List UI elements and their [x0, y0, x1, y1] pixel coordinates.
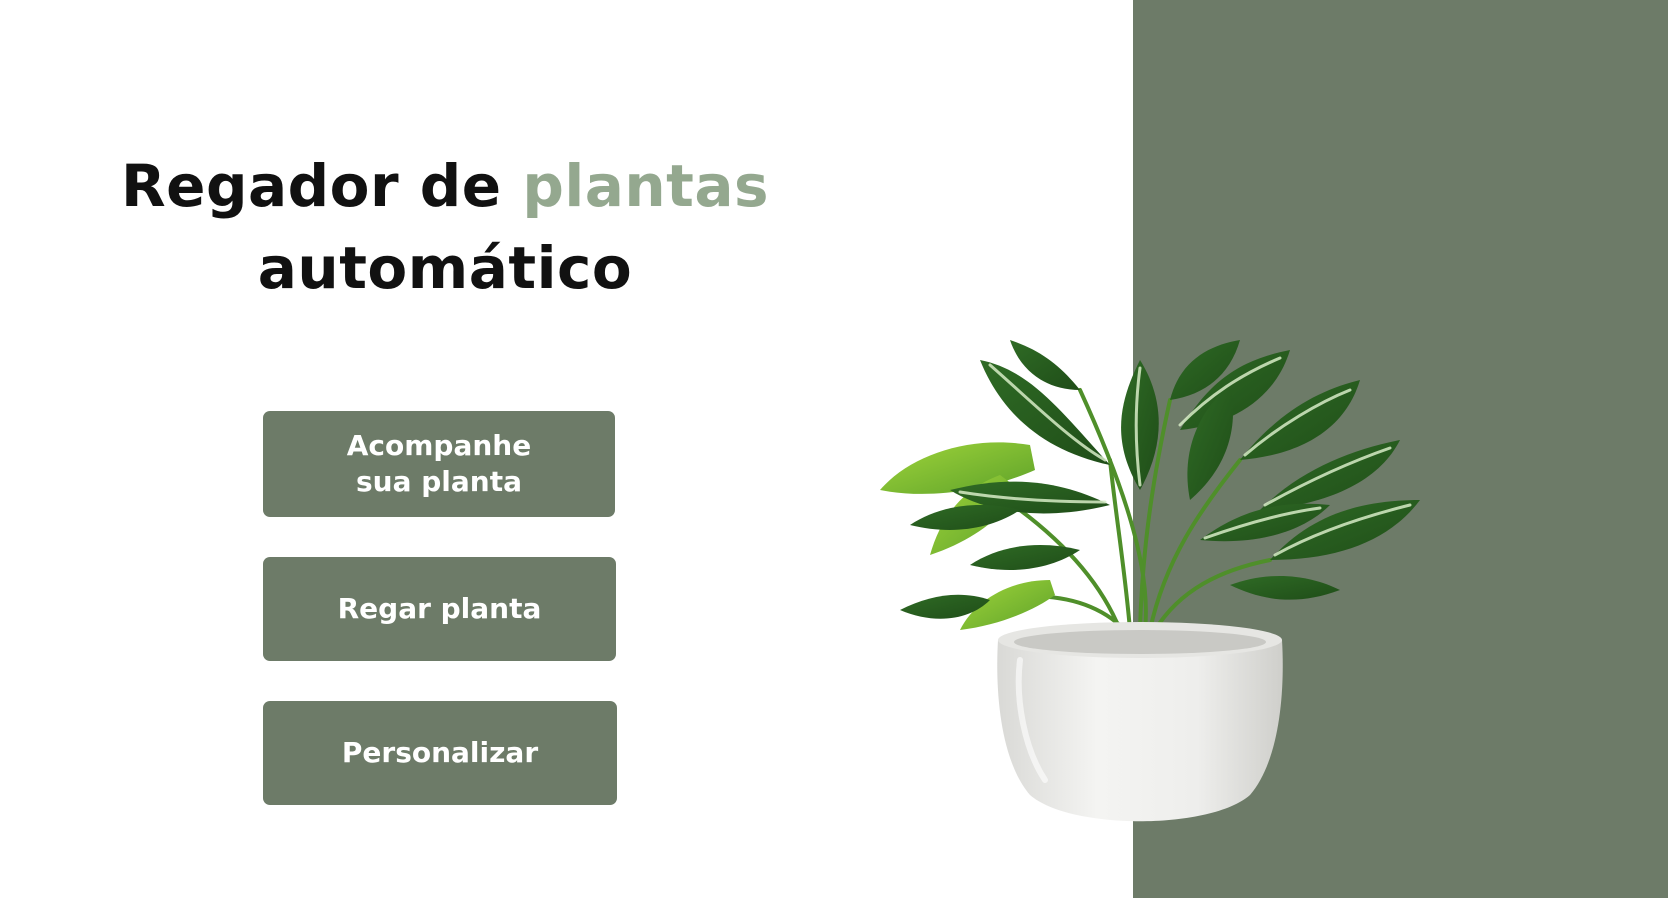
water-plant-label: Regar planta — [337, 592, 542, 625]
track-plant-label-1: Acompanhe — [346, 429, 532, 462]
track-plant-button[interactable]: Acompanhe sua planta — [263, 411, 615, 517]
track-plant-label-2: sua planta — [355, 465, 522, 498]
title-text-2: automático — [257, 234, 633, 302]
title-accent: plantas — [522, 152, 770, 220]
title-text-1: Regador de — [120, 152, 523, 220]
water-plant-button[interactable]: Regar planta — [263, 557, 616, 661]
potted-plant-icon — [880, 340, 1420, 822]
page: Regador de plantas automático Acompanhe … — [0, 0, 1668, 898]
page-title: Regador de plantas automático — [100, 145, 790, 309]
customize-label: Personalizar — [341, 736, 539, 769]
customize-button[interactable]: Personalizar — [263, 701, 617, 805]
